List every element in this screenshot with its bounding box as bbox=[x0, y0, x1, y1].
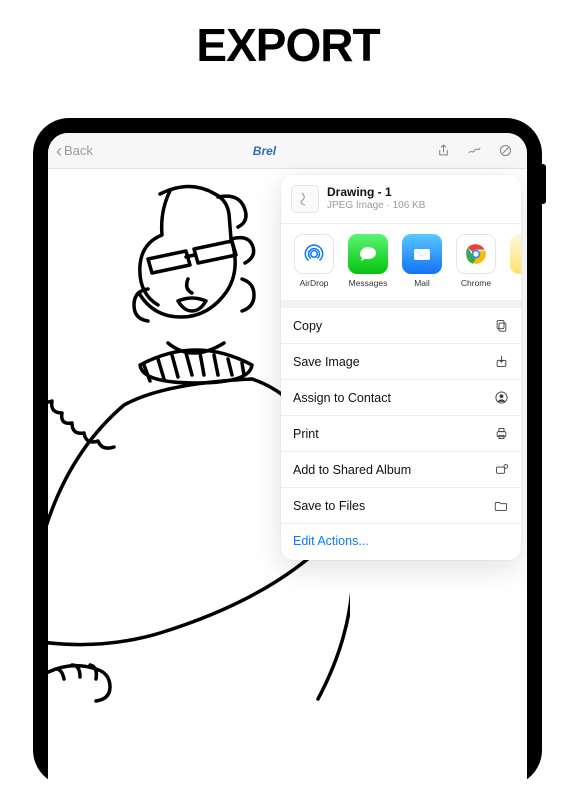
share-actions-list: Copy Save Image Assign to Contact bbox=[281, 308, 521, 524]
nav-bar: ‹ Back Brel bbox=[48, 133, 527, 169]
tablet-side-button bbox=[542, 164, 546, 204]
app-label: AirDrop bbox=[300, 278, 329, 288]
app-logo: Brel bbox=[253, 144, 276, 158]
tablet-frame: ‹ Back Brel bbox=[33, 118, 542, 786]
action-copy[interactable]: Copy bbox=[281, 308, 521, 344]
folder-icon bbox=[494, 498, 509, 513]
share-app-mail[interactable]: Mail bbox=[399, 234, 445, 288]
copy-icon bbox=[494, 318, 509, 333]
action-save-files[interactable]: Save to Files bbox=[281, 488, 521, 524]
action-save-image[interactable]: Save Image bbox=[281, 344, 521, 380]
action-print[interactable]: Print bbox=[281, 416, 521, 452]
edit-actions-link[interactable]: Edit Actions... bbox=[281, 524, 521, 560]
share-app-notes[interactable]: N bbox=[507, 234, 521, 288]
messages-icon bbox=[348, 234, 388, 274]
save-image-icon bbox=[494, 354, 509, 369]
action-label: Add to Shared Album bbox=[293, 463, 411, 477]
share-icon[interactable] bbox=[436, 143, 451, 158]
back-label: Back bbox=[64, 143, 93, 158]
file-name: Drawing - 1 bbox=[327, 185, 509, 199]
scribble-icon[interactable] bbox=[467, 143, 482, 158]
notes-icon bbox=[510, 234, 521, 274]
action-label: Print bbox=[293, 427, 319, 441]
share-app-messages[interactable]: Messages bbox=[345, 234, 391, 288]
action-label: Copy bbox=[293, 319, 322, 333]
share-sheet: Drawing - 1 JPEG Image · 106 KB AirDrop … bbox=[281, 175, 521, 560]
action-add-shared-album[interactable]: Add to Shared Album bbox=[281, 452, 521, 488]
screen: ‹ Back Brel bbox=[48, 133, 527, 786]
nav-tools bbox=[436, 143, 519, 158]
chevron-left-icon: ‹ bbox=[56, 142, 62, 160]
action-label: Assign to Contact bbox=[293, 391, 391, 405]
file-meta: JPEG Image · 106 KB bbox=[327, 200, 509, 211]
action-assign-contact[interactable]: Assign to Contact bbox=[281, 380, 521, 416]
share-apps-row[interactable]: AirDrop Messages Mail bbox=[281, 224, 521, 308]
action-label: Save Image bbox=[293, 355, 360, 369]
page-title: EXPORT bbox=[0, 18, 576, 72]
app-label: Messages bbox=[349, 278, 388, 288]
share-sheet-header: Drawing - 1 JPEG Image · 106 KB bbox=[281, 175, 521, 224]
back-button[interactable]: ‹ Back bbox=[56, 142, 93, 160]
color-picker-icon[interactable] bbox=[498, 143, 513, 158]
contact-icon bbox=[494, 390, 509, 405]
action-label: Save to Files bbox=[293, 499, 365, 513]
share-app-chrome[interactable]: Chrome bbox=[453, 234, 499, 288]
app-label: Mail bbox=[414, 278, 430, 288]
app-label: Chrome bbox=[461, 278, 491, 288]
airdrop-icon bbox=[294, 234, 334, 274]
shared-album-icon bbox=[494, 462, 509, 477]
chrome-icon bbox=[456, 234, 496, 274]
file-thumbnail bbox=[291, 185, 319, 213]
share-app-airdrop[interactable]: AirDrop bbox=[291, 234, 337, 288]
mail-icon bbox=[402, 234, 442, 274]
print-icon bbox=[494, 426, 509, 441]
